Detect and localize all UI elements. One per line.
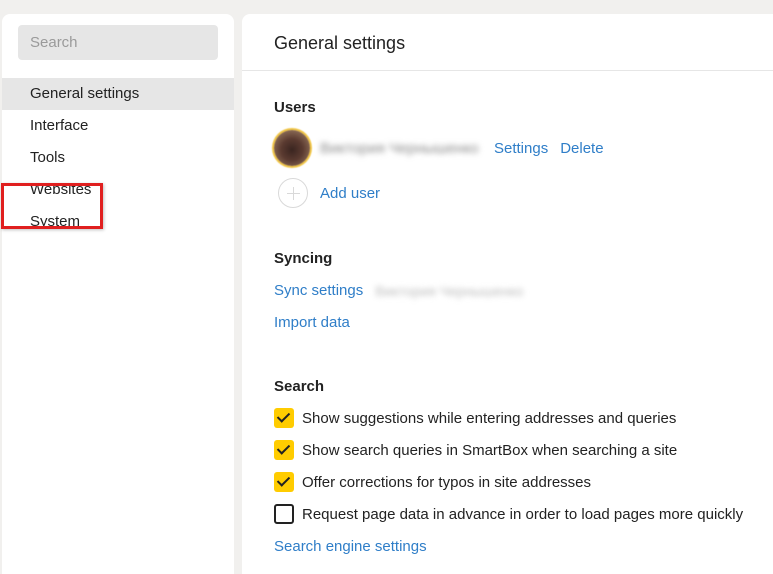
add-user-link[interactable]: Add user	[320, 185, 380, 202]
user-delete-link[interactable]: Delete	[560, 140, 603, 157]
users-heading: Users	[274, 99, 316, 116]
option-show-suggestions[interactable]: Show suggestions while entering addresse…	[274, 408, 676, 428]
sync-settings-link[interactable]: Sync settings	[274, 282, 363, 299]
sync-row: Sync settings Виктория Чернышенко	[274, 282, 533, 299]
option-typo-corrections[interactable]: Offer corrections for typos in site addr…	[274, 472, 591, 492]
sidebar: General settings Interface Tools Website…	[2, 14, 234, 574]
page-title: General settings	[274, 33, 406, 53]
user-settings-link[interactable]: Settings	[494, 140, 548, 157]
sync-account-name: Виктория Чернышенко	[375, 282, 524, 299]
sidebar-item-websites[interactable]: Websites	[2, 174, 234, 206]
settings-panel: General settings Users Виктория Чернышен…	[242, 14, 773, 574]
checkbox-checked[interactable]	[274, 472, 294, 492]
checkbox-checked[interactable]	[274, 440, 294, 460]
option-label: Request page data in advance in order to…	[302, 505, 744, 523]
sidebar-nav: General settings Interface Tools Website…	[2, 78, 234, 238]
checkbox-checked[interactable]	[274, 408, 294, 428]
sidebar-item-general-settings[interactable]: General settings	[2, 78, 234, 110]
user-name: Виктория Чернышенко	[320, 139, 479, 157]
option-label: Show suggestions while entering addresse…	[302, 409, 677, 427]
option-preload-pages[interactable]: Request page data in advance in order to…	[274, 504, 743, 524]
search-engine-settings-link[interactable]: Search engine settings	[274, 538, 427, 555]
syncing-heading: Syncing	[274, 250, 333, 267]
option-smartbox-queries[interactable]: Show search queries in SmartBox when sea…	[274, 440, 677, 460]
option-label: Show search queries in SmartBox when sea…	[302, 441, 678, 459]
checkbox-unchecked[interactable]	[274, 504, 294, 524]
search-input[interactable]	[18, 25, 218, 60]
plus-icon[interactable]	[278, 178, 308, 208]
add-user-row[interactable]: Add user	[278, 178, 380, 208]
avatar[interactable]	[274, 130, 310, 166]
sidebar-item-tools[interactable]: Tools	[2, 142, 234, 174]
sidebar-item-interface[interactable]: Interface	[2, 110, 234, 142]
sidebar-item-system[interactable]: System	[2, 206, 234, 238]
title-divider	[242, 70, 773, 71]
user-row: Виктория Чернышенко Settings Delete	[274, 128, 604, 168]
search-heading: Search	[274, 378, 325, 395]
import-data-link[interactable]: Import data	[274, 314, 350, 331]
option-label: Offer corrections for typos in site addr…	[302, 473, 592, 491]
